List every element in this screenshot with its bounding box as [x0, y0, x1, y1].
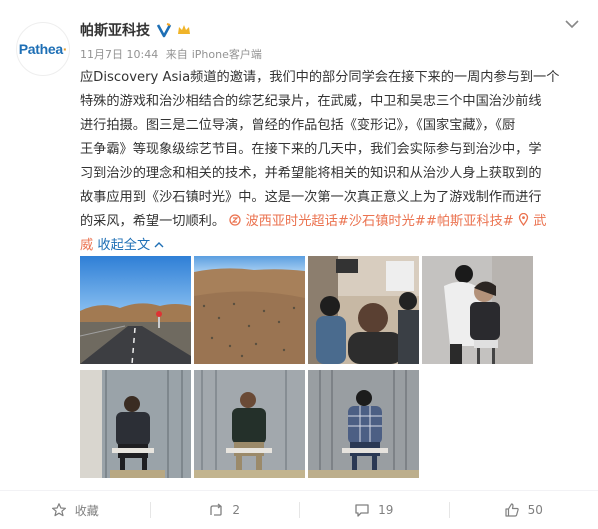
- photo-thumbnail-meeting[interactable]: [308, 256, 419, 364]
- like-button[interactable]: 50: [448, 491, 598, 529]
- timestamp[interactable]: 11月7日 10:44: [80, 48, 158, 61]
- crown-icon: [176, 22, 192, 38]
- comment-count: 19: [378, 503, 394, 517]
- collapse-link[interactable]: 收起全文: [97, 238, 164, 253]
- location-icon: [518, 212, 529, 227]
- like-icon: [504, 502, 520, 518]
- post-line: 特殊的游戏和治沙相结合的综艺纪录片，在武威，中卫和吴忠三个中国治沙前线: [80, 94, 542, 109]
- favorite-button[interactable]: 收藏: [0, 491, 150, 529]
- photo-thumbnail-director-1[interactable]: [80, 370, 191, 478]
- comment-icon: [354, 502, 370, 518]
- post-line: 王争霸》等现象级综艺节目。在接下来的几天中，我们会实际参与到治沙中，学: [80, 142, 542, 157]
- chevron-up-icon: [154, 242, 164, 248]
- post-line: 故事应用到《沙石镇时光》中。这是一次第一次真正意义上为了游戏制作而进行: [80, 190, 542, 205]
- verified-icon: [156, 22, 172, 38]
- favorite-label: 收藏: [74, 503, 99, 518]
- source-prefix: 来自: [165, 48, 188, 61]
- photo-thumbnail-makeup[interactable]: [422, 256, 533, 364]
- avatar-logo-text: Pathea·: [18, 41, 68, 57]
- location-link-rest[interactable]: 威: [80, 238, 93, 253]
- weibo-post-card: Pathea· 帕斯亚科技 11月7日 10:44 来自 iPhone客户端 应D…: [0, 0, 598, 529]
- star-icon: [51, 502, 67, 518]
- post-line: 进行拍摄。图三是二位导演，曾经的作品包括《变形记》，《国家宝藏》，《厨: [80, 118, 516, 133]
- repost-button[interactable]: 2: [149, 491, 300, 529]
- photo-thumbnail-desert[interactable]: [194, 256, 305, 364]
- post-line: 应Discovery Asia频道的邀请，我们中的部分同学会在接下来的一周内参与…: [80, 70, 560, 85]
- repost-count: 2: [232, 503, 241, 517]
- like-count: 50: [527, 503, 543, 517]
- action-bar: 收藏 2 19 50: [0, 491, 598, 529]
- photo-thumbnail-road[interactable]: [80, 256, 191, 364]
- post-line: 的采风，希望一切顺利。 波西亚时光超话#沙石镇时光##帕斯亚科技# 武: [80, 212, 547, 229]
- comment-button[interactable]: 19: [299, 491, 449, 529]
- username[interactable]: 帕斯亚科技: [80, 20, 150, 40]
- post-line: 习到治沙的理念和相关的技术，并希望能将相关的知识和从治沙人身上获取到的: [80, 166, 542, 181]
- super-topic-link[interactable]: 波西亚时光超话: [229, 214, 338, 229]
- hashtag-links[interactable]: #沙石镇时光##帕斯亚科技#: [338, 214, 514, 229]
- post-meta: 11月7日 10:44 来自 iPhone客户端: [80, 46, 266, 62]
- super-topic-icon: [229, 214, 241, 226]
- chevron-down-icon[interactable]: [564, 18, 580, 30]
- avatar[interactable]: Pathea·: [16, 22, 70, 76]
- post-text: 应Discovery Asia频道的邀请，我们中的部分同学会在接下来的一周内参与…: [80, 66, 584, 258]
- name-row: 帕斯亚科技: [80, 20, 192, 40]
- repost-icon: [208, 502, 224, 518]
- photo-thumbnail-participant[interactable]: [308, 370, 419, 478]
- location-link[interactable]: 武: [518, 212, 546, 229]
- source: iPhone客户端: [191, 48, 262, 61]
- photo-thumbnail-director-2[interactable]: [194, 370, 305, 478]
- post-line: 威 收起全文: [80, 234, 584, 258]
